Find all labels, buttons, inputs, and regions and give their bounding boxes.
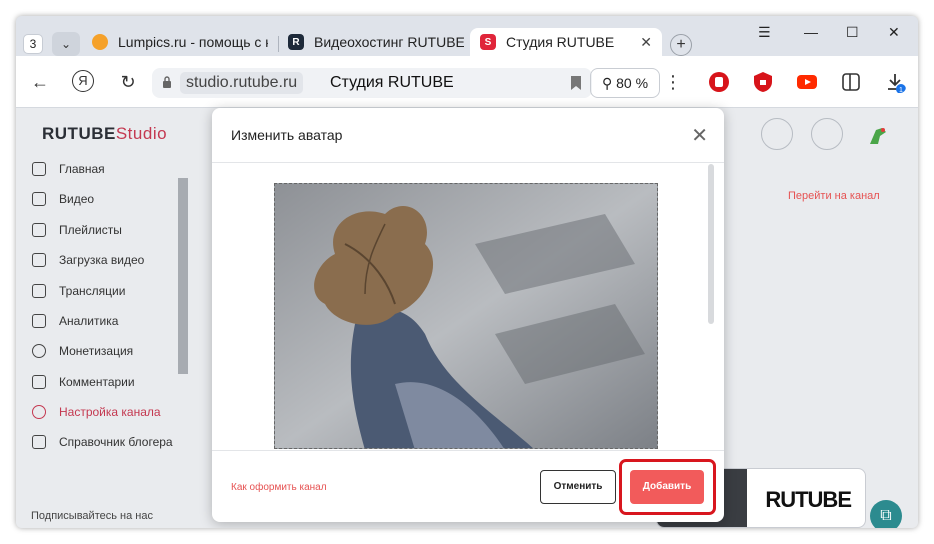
tab-label: Lumpics.ru - помощь с кс [118,34,268,50]
sidebar-item-label: Видео [59,192,95,206]
avatar[interactable] [866,124,892,148]
logo-main: RUTUBE [42,124,116,143]
highlight-frame [619,459,716,515]
video-icon [32,192,46,206]
gear-icon [32,405,46,419]
sidebar-item-label: Монетизация [59,344,134,358]
tab-strip: 3 ⌄ Lumpics.ru - помощь с кс R Видеохост… [16,16,918,56]
sidebar-item-analytics[interactable]: Аналитика [32,310,118,332]
hand-blocker-extension-icon[interactable] [708,71,730,93]
sidebar-item-playlists[interactable]: Плейлисты [32,219,122,241]
goto-channel-link[interactable]: Перейти на канал [788,190,880,202]
change-avatar-dialog: Изменить аватар ✕ Как оформить канал Отм… [212,108,724,522]
reload-button[interactable]: ↻ [116,70,140,94]
avatar-image [275,184,657,448]
promo-logo-text: RUTUBE [765,487,852,512]
maximize-button[interactable]: ☐ [846,24,859,41]
notifications-bell-icon[interactable] [811,118,843,150]
tab-rutube-hosting[interactable]: R Видеохостинг RUTUBE. [288,28,464,56]
sidebar-item-label: Загрузка видео [59,253,145,267]
address-bar[interactable]: studio.rutube.ru Студия RUTUBE [152,68,592,98]
tab-label: Студия RUTUBE [506,34,615,50]
broadcast-icon [32,284,46,298]
sidebar-item-label: Главная [59,162,105,176]
downloads-icon[interactable]: 1 [884,71,906,93]
sidebar-item-label: Справочник блогера [59,435,173,449]
subscribe-caption: Подписывайтесь на нас [31,510,153,522]
tab-list-button[interactable]: ⌄ [52,32,80,56]
sidebar-item-blogger-guide[interactable]: Справочник блогера [32,431,182,453]
dialog-title: Изменить аватар [231,127,343,143]
sidebar-scroll-thumb[interactable] [178,178,188,374]
logo-studio: Studio [115,124,168,143]
ruble-icon [32,344,46,358]
cancel-button[interactable]: Отменить [540,470,616,504]
playlist-icon [32,223,46,237]
youtube-extension-icon[interactable] [796,71,818,93]
sidebar-item-streams[interactable]: Трансляции [32,280,125,302]
dialog-divider [212,162,724,163]
browser-window: 3 ⌄ Lumpics.ru - помощь с кс R Видеохост… [16,16,918,528]
sidebar-item-label: Настройка канала [59,405,161,419]
tab-close-icon[interactable]: ✕ [640,34,652,51]
sidebar-item-comments[interactable]: Комментарии [32,371,135,393]
yandex-button[interactable]: Я [72,70,94,92]
tab-count-badge[interactable]: 3 [23,34,43,54]
support-chat-button[interactable]: ⧉ [870,500,902,528]
zoom-indicator[interactable]: ⚲ 80 % [590,68,660,98]
tab-lumpics[interactable]: Lumpics.ru - помощь с кс [92,28,268,56]
download-count-badge: 1 [899,87,903,93]
sidebar-item-video[interactable]: Видео [32,188,94,210]
dialog-scrollbar[interactable] [708,164,714,324]
sidebar-item-label: Аналитика [59,314,119,328]
rutube-studio-favicon-icon: S [480,34,496,50]
back-button[interactable]: ← [28,70,52,94]
help-icon [32,435,46,449]
close-icon[interactable]: ✕ [691,126,708,146]
new-tab-button[interactable]: + [670,34,692,56]
minimize-button[interactable]: — [804,24,818,40]
tab-separator [278,36,279,52]
address-domain: studio.rutube.ru [180,72,304,94]
dialog-footer-divider [212,450,724,451]
comment-icon [32,375,46,389]
sidebar-item-home[interactable]: Главная [32,158,105,180]
browser-toolbar: ← Я ↻ studio.rutube.ru Студия RUTUBE ⚲ 8… [16,56,918,108]
address-page-title: Студия RUTUBE [330,74,454,91]
avatar-crop-area[interactable] [274,183,658,449]
sidebar-item-label: Трансляции [59,284,126,298]
tab-rutube-studio[interactable]: S Студия RUTUBE ✕ [470,28,662,56]
sidebar-item-upload[interactable]: Загрузка видео [32,249,144,271]
tab-label: Видеохостинг RUTUBE. [314,34,464,50]
close-window-button[interactable]: ✕ [888,24,900,41]
upload-icon [32,253,46,267]
sidebar-item-monetization[interactable]: Монетизация [32,340,133,362]
adguard-extension-icon[interactable] [752,71,774,93]
sidebar-item-channel-settings[interactable]: Настройка канала [32,401,161,423]
rutube-favicon-icon: R [288,34,304,50]
browser-menu-button[interactable]: ☰ [758,24,771,41]
how-to-design-channel-link[interactable]: Как оформить канал [231,482,327,493]
create-button[interactable] [761,118,793,150]
bookmark-icon[interactable] [570,75,582,91]
more-menu-button[interactable]: ⋮ [661,70,685,94]
rutube-studio-logo[interactable]: RUTUBEStudio [42,124,167,144]
sidebar-item-label: Комментарии [59,375,135,389]
lock-icon [163,76,171,88]
home-icon [32,162,46,176]
sidebar-item-label: Плейлисты [59,223,122,237]
lumpics-favicon-icon [92,34,108,50]
sidebar-panel-icon[interactable] [840,71,862,93]
analytics-icon [32,314,46,328]
